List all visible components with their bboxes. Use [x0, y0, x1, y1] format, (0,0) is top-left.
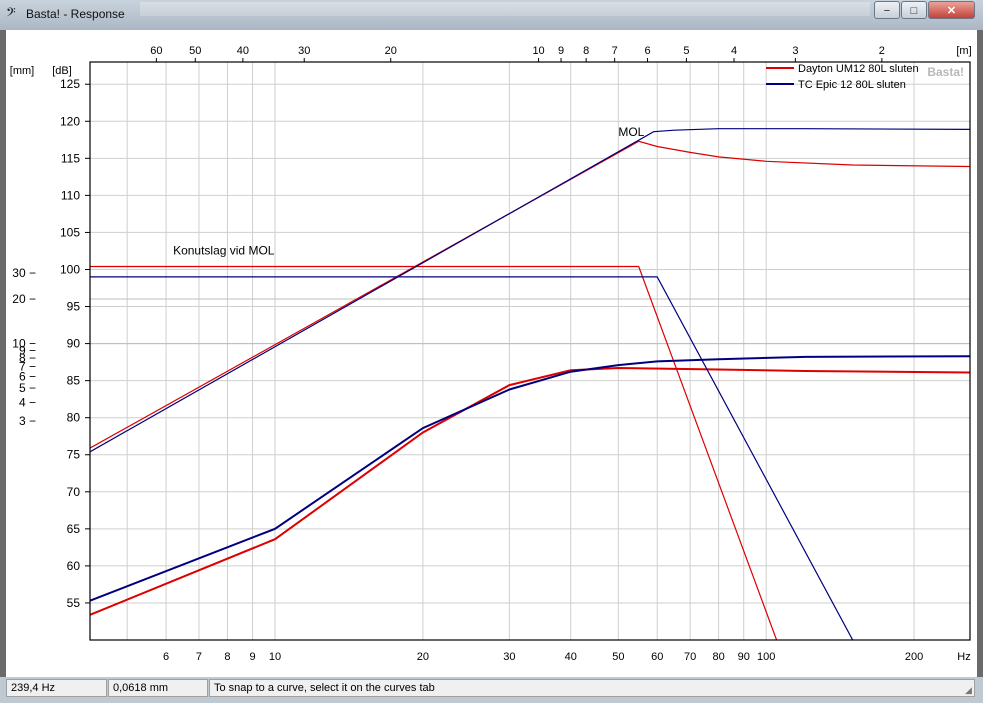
chart-panel[interactable]: 6 7 8 9 10 20 30 40 50 60 70 80 90 100 200 Hz 60 50 40 30 20…: [6, 30, 977, 677]
db-tick-label: 100: [60, 262, 80, 276]
wavelength-unit-label: [m]: [956, 45, 971, 57]
wavelength-tick-label: 40: [237, 45, 249, 57]
db-axis-label: [dB]: [52, 65, 72, 77]
annotation-label: Konutslag vid MOL: [173, 244, 275, 258]
x-tick-label: 30: [503, 651, 515, 663]
x-tick-label: 6: [163, 651, 169, 663]
wavelength-tick-label: 20: [385, 45, 397, 57]
wavelength-tick-label: 4: [731, 45, 737, 57]
legend-entry: Dayton UM12 80L sluten: [798, 63, 919, 75]
wavelength-tick-label: 2: [879, 45, 885, 57]
x-tick-label: 50: [612, 651, 624, 663]
x-tick-label: 200: [905, 651, 923, 663]
db-tick-label: 115: [61, 151, 80, 165]
wavelength-tick-label: 3: [792, 45, 798, 57]
x-tick-label: 9: [250, 651, 256, 663]
x-tick-label: 100: [757, 651, 775, 663]
db-tick-label: 75: [67, 448, 81, 462]
db-tick-label: 110: [61, 188, 80, 202]
mm-tick-label: 3 −: [19, 414, 36, 428]
x-tick-label: 40: [565, 651, 577, 663]
background-window-strip: [140, 2, 870, 16]
status-frequency: 239,4 Hz: [6, 679, 107, 697]
bass-clef-icon: 𝄢: [6, 5, 16, 23]
status-excursion: 0,0618 mm: [108, 679, 208, 697]
x-tick-label: 7: [196, 651, 202, 663]
x-tick-label: 8: [224, 651, 230, 663]
mm-tick-label: 4 −: [19, 396, 36, 410]
x-tick-label: 60: [651, 651, 663, 663]
wavelength-tick-label: 7: [612, 45, 618, 57]
wavelength-tick-label: 60: [150, 45, 162, 57]
db-tick-label: 60: [67, 559, 81, 573]
minimize-button[interactable]: −: [874, 1, 900, 19]
close-button[interactable]: ✕: [928, 1, 975, 19]
wavelength-tick-label: 5: [683, 45, 689, 57]
mm-axis-label: [mm]: [10, 65, 34, 77]
status-bar: 239,4 Hz 0,0618 mm To snap to a curve, s…: [0, 677, 983, 703]
db-tick-label: 85: [67, 374, 81, 388]
x-unit-label: Hz: [957, 651, 970, 663]
legend-entry: TC Epic 12 80L sluten: [798, 79, 906, 91]
wavelength-tick-label: 8: [583, 45, 589, 57]
db-tick-label: 80: [67, 411, 81, 425]
response-chart[interactable]: 6 7 8 9 10 20 30 40 50 60 70 80 90 100 200 Hz 60 50 40 30 20…: [6, 30, 977, 677]
status-hint: To snap to a curve, select it on the cur…: [209, 679, 975, 697]
db-tick-label: 65: [67, 522, 81, 536]
x-tick-label: 80: [712, 651, 724, 663]
db-tick-label: 105: [60, 225, 80, 239]
x-tick-label: 70: [684, 651, 696, 663]
x-tick-label: 10: [269, 651, 281, 663]
mm-tick-label: 20 −: [12, 292, 36, 306]
db-tick-label: 120: [60, 114, 80, 128]
plot-area: [90, 62, 970, 640]
mm-tick-label: 30 −: [12, 266, 36, 280]
title-bar: 𝄢 Basta! - Response − □ ✕: [0, 0, 983, 30]
watermark: Basta!: [927, 65, 964, 79]
wavelength-tick-label: 10: [532, 45, 544, 57]
wavelength-tick-label: 30: [298, 45, 310, 57]
x-tick-label: 90: [738, 651, 750, 663]
wavelength-tick-label: 6: [644, 45, 650, 57]
window-title: Basta! - Response: [26, 7, 125, 21]
wavelength-tick-label: 50: [189, 45, 201, 57]
maximize-button[interactable]: □: [901, 1, 927, 19]
mm-tick-label: 10 −: [12, 337, 36, 351]
annotation-label: MOL: [618, 125, 644, 139]
x-tick-label: 20: [417, 651, 429, 663]
resize-grip-icon[interactable]: ◢: [965, 685, 977, 697]
db-tick-label: 125: [60, 77, 80, 91]
db-tick-label: 70: [67, 485, 81, 499]
db-tick-label: 90: [67, 337, 81, 351]
wavelength-tick-label: 9: [558, 45, 564, 57]
db-tick-label: 95: [67, 300, 81, 314]
db-tick-label: 55: [67, 596, 81, 610]
